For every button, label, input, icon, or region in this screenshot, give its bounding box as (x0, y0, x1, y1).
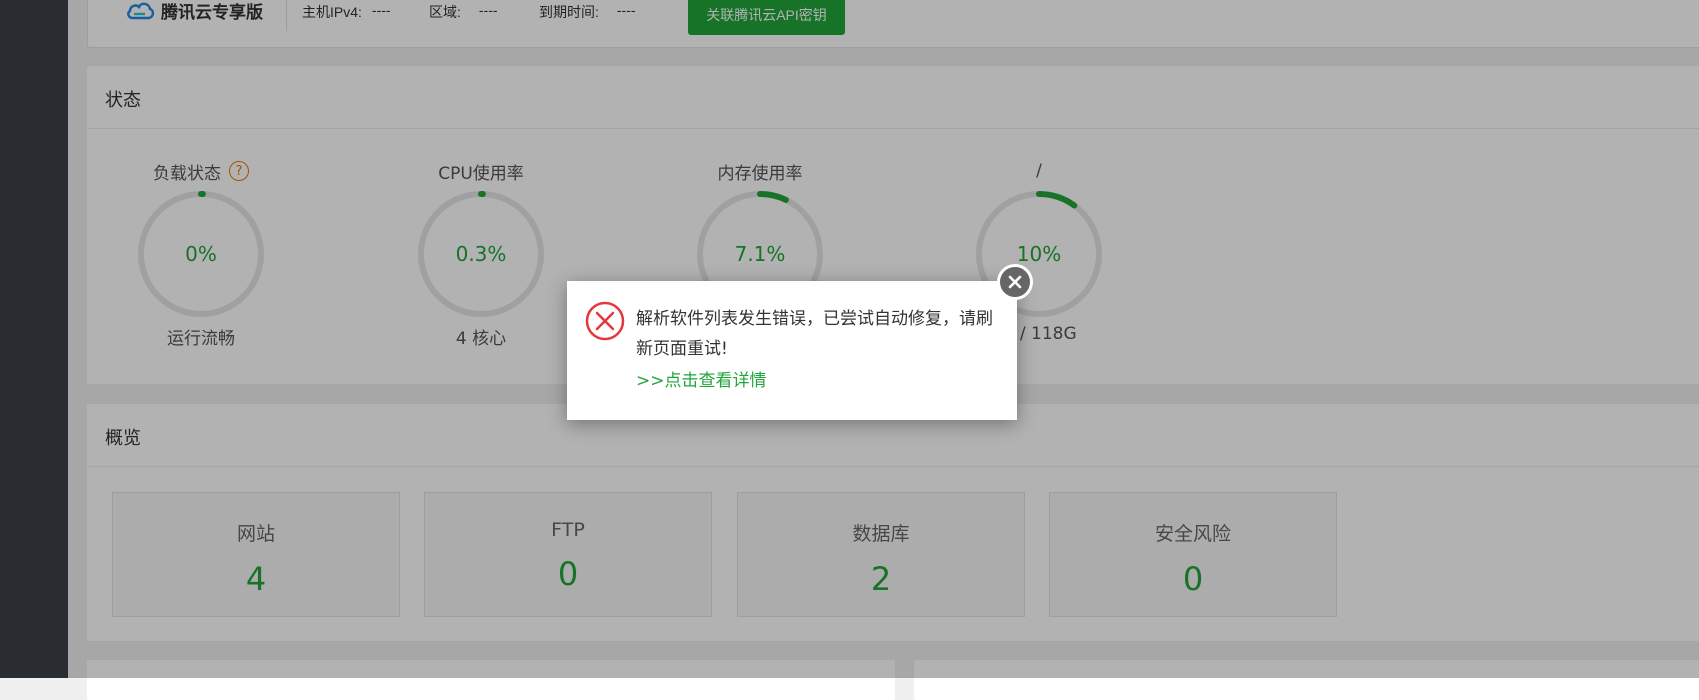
dialog-close-button[interactable] (997, 264, 1033, 300)
view-details-link[interactable]: >>点击查看详情 (636, 366, 767, 396)
error-dialog: 解析软件列表发生错误，已尝试自动修复，请刷新页面重试! >>点击查看详情 (567, 281, 1017, 420)
error-circle-icon (585, 301, 625, 341)
dialog-message: 解析软件列表发生错误，已尝试自动修复，请刷新页面重试! (636, 304, 1006, 364)
close-icon (1008, 275, 1022, 289)
